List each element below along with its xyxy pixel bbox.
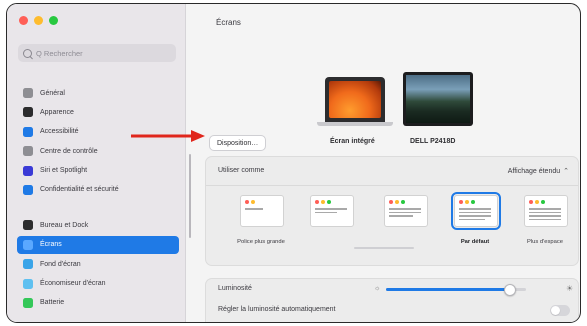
minimize-button[interactable]	[34, 16, 43, 25]
resolution-scroll-indicator	[354, 247, 414, 249]
display-arrangement: Disposition… Écran intégré DELL P2418D	[185, 72, 580, 152]
sidebar-item-label: Apparence	[40, 108, 74, 116]
resolution-label-selected: Par défaut	[460, 239, 490, 245]
use-as-select[interactable]: Affichage étendu ⌃	[507, 167, 569, 176]
gear-icon	[23, 88, 33, 98]
auto-brightness-toggle[interactable]	[550, 305, 570, 316]
divider	[206, 185, 578, 186]
sidebar-item-label: Fond d'écran	[40, 260, 81, 268]
sidebar-item-siri[interactable]: Siri et Spotlight	[17, 162, 179, 180]
sidebar-item-label: Économiseur d'écran	[40, 280, 106, 288]
display-settings-panel: Utiliser comme Affichage étendu ⌃ Police…	[205, 156, 579, 266]
wallpaper-icon	[23, 259, 33, 270]
builtin-display-image[interactable]	[325, 77, 385, 122]
external-wallpaper	[406, 75, 470, 123]
sidebar-item-label: Siri et Spotlight	[40, 167, 88, 175]
sidebar-item-label: Confidentialité et sécurité	[40, 186, 119, 194]
display-label-external[interactable]: DELL P2418D	[410, 138, 455, 145]
sidebar-item-appearance[interactable]: Apparence	[17, 103, 179, 121]
window-controls	[19, 16, 58, 25]
resolution-option-larger-text[interactable]	[240, 195, 284, 227]
siri-icon	[23, 165, 33, 176]
sidebar-item-screensaver[interactable]: Économiseur d'écran	[17, 275, 179, 293]
sun-large-icon: ☀	[566, 284, 574, 293]
resolution-option-more-space[interactable]	[524, 195, 568, 227]
brightness-knob[interactable]	[504, 284, 517, 296]
arrange-button[interactable]: Disposition…	[209, 135, 267, 151]
search-placeholder: Q Rechercher	[36, 48, 83, 58]
annotation-arrow	[131, 130, 205, 142]
sidebar-item-wallpaper[interactable]: Fond d'écran	[17, 255, 179, 273]
display-label-builtin[interactable]: Écran intégré	[330, 138, 375, 145]
screensaver-icon	[23, 278, 33, 289]
settings-window: Q Rechercher Général Apparence Accessibi…	[6, 3, 581, 323]
resolution-option-3[interactable]	[384, 195, 428, 227]
control-center-icon	[23, 146, 33, 157]
sun-small-icon: ☼	[374, 285, 381, 292]
sidebar-item-privacy[interactable]: Confidentialité et sécurité	[17, 181, 179, 199]
privacy-hand-icon	[23, 184, 33, 195]
sidebar-item-label: Bureau et Dock	[40, 221, 89, 229]
appearance-icon	[23, 107, 33, 118]
search-icon	[23, 48, 32, 58]
resolution-option-2[interactable]	[310, 195, 354, 227]
displays-icon	[23, 239, 33, 250]
chevron-updown-icon: ⌃	[563, 168, 569, 175]
brightness-fill	[386, 288, 510, 291]
page-title: Écrans	[216, 18, 241, 27]
use-as-value: Affichage étendu	[507, 167, 561, 175]
sidebar-item-label: Centre de contrôle	[40, 147, 98, 155]
resolution-label: Plus d'espace	[527, 239, 563, 245]
resolution-option-default[interactable]	[451, 192, 501, 230]
brightness-row: Luminosité ☼ ☀	[205, 278, 579, 300]
main-pane: Écrans Disposition… Écran intégré DELL P…	[185, 4, 580, 322]
accessibility-icon	[23, 126, 33, 137]
builtin-wallpaper	[329, 81, 381, 118]
use-as-label: Utiliser comme	[218, 167, 265, 174]
sidebar-item-displays[interactable]: Écrans	[17, 235, 179, 254]
zoom-button[interactable]	[49, 16, 58, 25]
brightness-label: Luminosité	[218, 285, 252, 292]
battery-icon	[23, 297, 33, 308]
dock-icon	[23, 220, 33, 231]
laptop-base	[317, 122, 393, 126]
close-button[interactable]	[19, 16, 28, 25]
auto-brightness-label: Régler la luminosité automatiquement	[218, 306, 336, 313]
resolution-label: Police plus grande	[237, 239, 285, 245]
sidebar-item-label: Écrans	[40, 241, 62, 249]
sidebar: Q Rechercher Général Apparence Accessibi…	[7, 4, 186, 322]
sidebar-item-label: Accessibilité	[40, 128, 79, 136]
sidebar-item-desktop-dock[interactable]: Bureau et Dock	[17, 216, 179, 234]
sidebar-item-battery[interactable]: Batterie	[17, 294, 179, 312]
brightness-slider[interactable]	[386, 284, 526, 296]
sidebar-list: Général Apparence Accessibilité Centre d…	[17, 84, 179, 313]
external-display-image[interactable]	[403, 72, 473, 126]
auto-brightness-row: Régler la luminosité automatiquement	[205, 298, 579, 322]
search-field[interactable]: Q Rechercher	[18, 44, 176, 62]
sidebar-item-label: Général	[40, 89, 65, 97]
sidebar-item-control-center[interactable]: Centre de contrôle	[17, 142, 179, 160]
sidebar-item-general[interactable]: Général	[17, 84, 179, 102]
sidebar-item-label: Batterie	[40, 299, 65, 307]
